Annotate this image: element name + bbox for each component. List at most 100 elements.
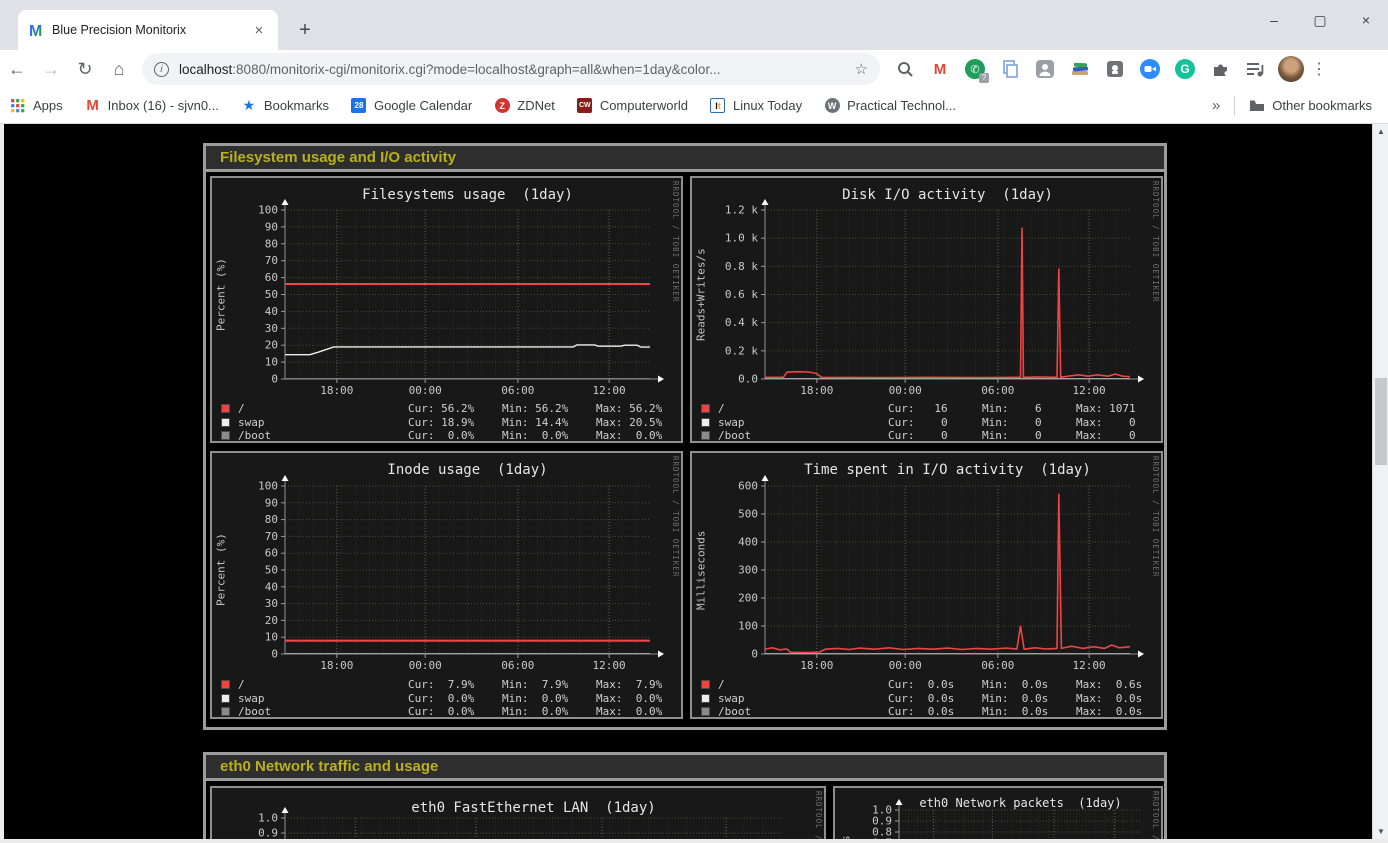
svg-text:00:00: 00:00 <box>409 384 442 397</box>
svg-text:10: 10 <box>265 356 278 369</box>
bookmark-star-icon[interactable]: ☆ <box>855 60 868 78</box>
legend-max: Max: 56.2% <box>596 402 662 415</box>
legend-row: swapCur: 0.0%Min: 0.0%Max: 0.0% <box>212 692 681 706</box>
monitorix-page: Filesystem usage and I/O activity Filesy… <box>0 124 1372 839</box>
bookmark-practical-technol-[interactable]: WPractical Technol... <box>824 98 956 114</box>
chart-panel-eth0-packets[interactable]: eth0 Network packets (1day) Packets/s 1.… <box>833 786 1163 839</box>
rrdtool-watermark: RRDTOOL / TOBI OETIKER <box>1151 456 1160 577</box>
tab-strip: M Blue Precision Monitorix × + – ▢ × <box>0 0 1388 50</box>
person-icon[interactable] <box>1034 58 1056 80</box>
svg-text:60: 60 <box>265 271 278 284</box>
legend-cur: Cur: 0.0% <box>408 429 474 442</box>
puzzle-icon[interactable] <box>1209 58 1231 80</box>
rrdtool-watermark: RRDTOOL / TOBI OETIKER <box>671 181 680 302</box>
legend-cur: Cur: 16 <box>888 402 948 415</box>
rrdtool-watermark: RRDTOOL / TOBI OETIKER <box>1151 181 1160 302</box>
svg-text:0.4 k: 0.4 k <box>725 316 758 329</box>
address-bar[interactable]: i localhost:8080/monitorix-cgi/monitorix… <box>142 53 880 85</box>
legend-max: Max: 20.5% <box>596 416 662 429</box>
rrdtool-watermark: RRDTOOL / TOBI OETIKER <box>671 456 680 577</box>
video-call-icon[interactable] <box>1139 58 1161 80</box>
minimize-button[interactable]: – <box>1266 12 1282 29</box>
legend-name: swap <box>718 416 745 429</box>
bookmark-apps[interactable]: Apps <box>10 98 63 114</box>
copy-pages-icon[interactable] <box>999 58 1021 80</box>
legend-row: /bootCur: 0.0sMin: 0.0sMax: 0.0s <box>692 705 1161 719</box>
home-icon[interactable]: ⌂ <box>102 59 136 80</box>
reload-icon[interactable]: ↻ <box>68 59 102 80</box>
legend-name: /boot <box>718 705 751 718</box>
site-info-icon[interactable]: i <box>154 62 169 77</box>
scroll-down-icon[interactable]: ▼ <box>1373 824 1388 839</box>
legend-max: Max: 0.0s <box>1076 705 1142 718</box>
legend-color-swatch <box>221 707 230 716</box>
legend-color-swatch <box>221 680 230 689</box>
svg-text:06:00: 06:00 <box>501 659 534 672</box>
profile-avatar[interactable] <box>1278 56 1304 82</box>
new-tab-button[interactable]: + <box>292 18 318 44</box>
legend-cur: Cur: 0.0s <box>888 678 954 691</box>
voice-icon[interactable]: ✆? <box>964 58 986 80</box>
bookmark-computerworld[interactable]: CWComputerworld <box>577 98 688 114</box>
back-icon[interactable]: ← <box>0 59 34 80</box>
chart-plot: 1.00.90.80.70.60.50.40.30.20.10.018:0000… <box>835 788 1161 839</box>
chart-panel-inode-usage[interactable]: Inode usage (1day) Percent (%) 100908070… <box>210 451 683 719</box>
svg-text:1.2 k: 1.2 k <box>725 204 758 217</box>
bookmark-google-calendar[interactable]: 28Google Calendar <box>351 98 472 114</box>
scrollbar-thumb[interactable] <box>1375 378 1387 465</box>
bookmarks-overflow-icon[interactable]: » <box>1212 97 1220 114</box>
chart-legend: /Cur: 7.9%Min: 7.9%Max: 7.9%swapCur: 0.0… <box>212 678 681 719</box>
chart-panel-eth0-lan[interactable]: eth0 FastEthernet LAN (1day) 1.00.90.80.… <box>210 786 826 839</box>
svg-text:600: 600 <box>738 480 758 493</box>
legend-row: /Cur: 16Min: 6Max: 1071 <box>692 402 1161 416</box>
legend-cur: Cur: 0.0s <box>888 705 954 718</box>
svg-text:0: 0 <box>751 648 758 661</box>
close-button[interactable]: × <box>1358 12 1374 29</box>
page-scrollbar[interactable]: ▲ ▼ <box>1372 124 1388 839</box>
search-icon[interactable] <box>894 58 916 80</box>
card-icon[interactable] <box>1104 58 1126 80</box>
svg-text:100: 100 <box>738 620 758 633</box>
chart-panel-filesystems-usage[interactable]: Filesystems usage (1day) Percent (%) 100… <box>210 176 683 443</box>
grammarly-icon[interactable]: G <box>1174 58 1196 80</box>
legend-max: Max: 0.0% <box>596 429 662 442</box>
chart-panel-time-io[interactable]: Time spent in I/O activity (1day) Millis… <box>690 451 1163 719</box>
section-title: eth0 Network traffic and usage <box>206 755 1164 781</box>
svg-text:0.6 k: 0.6 k <box>725 288 758 301</box>
bookmark-bookmarks[interactable]: ★Bookmarks <box>241 98 329 114</box>
svg-text:18:00: 18:00 <box>800 384 833 397</box>
bookmark-linux-today[interactable]: ltLinux Today <box>710 98 802 114</box>
legend-cur: Cur: 0 <box>888 429 948 442</box>
window-border <box>0 124 4 843</box>
book-stack-icon[interactable] <box>1069 58 1091 80</box>
tab-blue-precision-monitorix[interactable]: M Blue Precision Monitorix × <box>18 10 278 50</box>
forward-icon[interactable]: → <box>34 59 68 80</box>
bookmark-items: Apps MInbox (16) - sjvn0... ★Bookmarks 28Go… <box>10 98 978 114</box>
legend-cur: Cur: 0.0s <box>888 692 954 705</box>
legend-name: /boot <box>238 429 271 442</box>
svg-text:40: 40 <box>265 580 278 593</box>
other-bookmarks-label: Other bookmarks <box>1272 98 1372 113</box>
url-host: localhost <box>179 62 232 77</box>
linux-today-icon: lt <box>710 98 726 114</box>
playlist-icon[interactable] <box>1244 58 1266 80</box>
chart-panel-disk-io[interactable]: Disk I/O activity (1day) Reads+Writes/s … <box>690 176 1163 443</box>
legend-name: swap <box>238 416 265 429</box>
url-path: :8080/monitorix-cgi/monitorix.cgi?mode=l… <box>232 62 720 77</box>
chrome-menu-icon[interactable]: ⋮ <box>1304 59 1334 79</box>
scroll-up-icon[interactable]: ▲ <box>1373 124 1388 139</box>
legend-min: Min: 7.9% <box>502 678 568 691</box>
svg-text:200: 200 <box>738 592 758 605</box>
maximize-button[interactable]: ▢ <box>1312 12 1328 29</box>
legend-cur: Cur: 0 <box>888 416 948 429</box>
other-bookmarks-button[interactable]: Other bookmarks <box>1249 98 1372 114</box>
bookmark-inbox-16-sjvn0-[interactable]: MInbox (16) - sjvn0... <box>85 98 219 114</box>
browser-window: M Blue Precision Monitorix × + – ▢ × ← →… <box>0 0 1388 843</box>
legend-color-swatch <box>221 431 230 440</box>
legend-row: swapCur: 18.9%Min: 14.4%Max: 20.5% <box>212 416 681 430</box>
tab-close-icon[interactable]: × <box>250 22 268 39</box>
url-text[interactable]: localhost:8080/monitorix-cgi/monitorix.c… <box>179 62 847 77</box>
svg-text:300: 300 <box>738 564 758 577</box>
bookmark-zdnet[interactable]: ZZDNet <box>494 98 555 114</box>
gmail-icon[interactable]: M <box>929 58 951 80</box>
